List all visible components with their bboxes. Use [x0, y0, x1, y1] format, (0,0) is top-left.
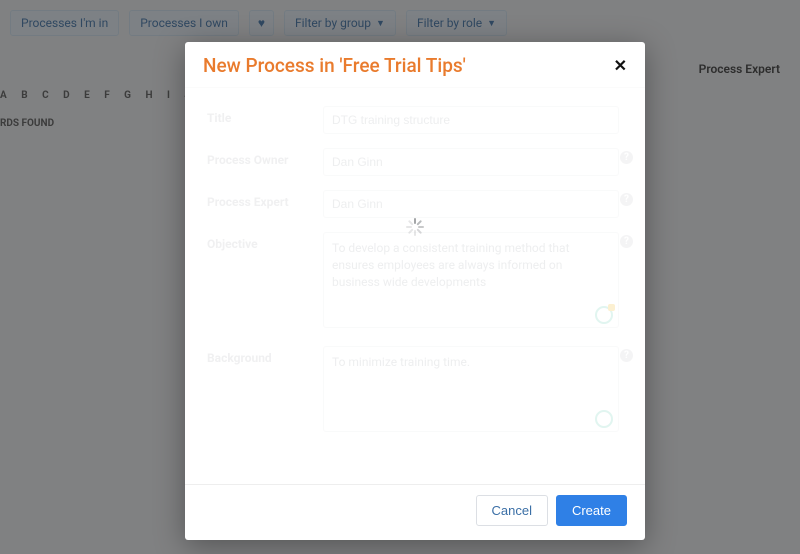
cancel-button[interactable]: Cancel	[476, 495, 548, 526]
close-icon: ✕	[614, 56, 627, 75]
new-process-modal: New Process in 'Free Trial Tips' ✕ Title…	[185, 42, 645, 540]
label-title: Title	[207, 106, 309, 125]
label-process-expert: Process Expert	[207, 190, 309, 209]
objective-textarea[interactable]	[323, 232, 619, 328]
process-owner-input[interactable]	[323, 148, 619, 176]
process-expert-input[interactable]	[323, 190, 619, 218]
create-button[interactable]: Create	[556, 495, 627, 526]
background-textarea[interactable]	[323, 346, 619, 432]
modal-footer: Cancel Create	[185, 484, 645, 540]
grammar-badge-icon[interactable]	[595, 306, 613, 324]
title-input[interactable]	[323, 106, 619, 134]
help-icon[interactable]: ?	[620, 151, 633, 164]
label-objective: Objective	[207, 232, 309, 251]
modal-body: Title Process Owner ? Process Expert ? O…	[185, 88, 645, 484]
grammar-badge-icon[interactable]	[595, 410, 613, 428]
close-button[interactable]: ✕	[614, 56, 627, 75]
modal-header: New Process in 'Free Trial Tips' ✕	[185, 42, 645, 88]
help-icon[interactable]: ?	[620, 193, 633, 206]
help-icon[interactable]: ?	[620, 349, 633, 362]
label-process-owner: Process Owner	[207, 148, 309, 167]
help-icon[interactable]: ?	[620, 235, 633, 248]
label-background: Background	[207, 346, 309, 365]
modal-title: New Process in 'Free Trial Tips'	[203, 54, 466, 77]
